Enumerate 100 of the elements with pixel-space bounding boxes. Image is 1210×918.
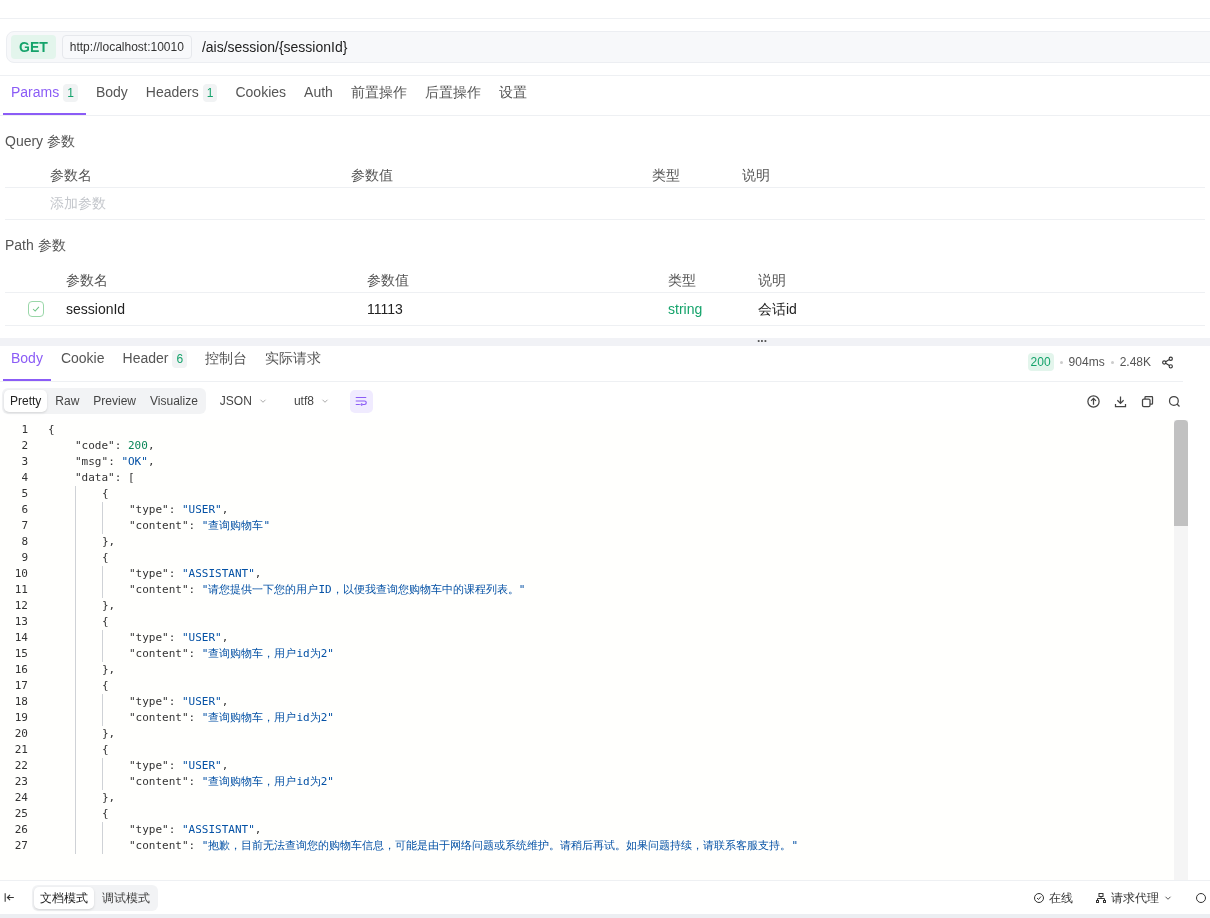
code-line: { — [48, 422, 55, 438]
line-number: 17 — [14, 678, 28, 694]
segment-tab[interactable]: Pretty — [4, 390, 48, 412]
line-number: 26 — [14, 822, 28, 838]
code-line: }, — [102, 598, 116, 614]
section-title: Path 参数 — [5, 236, 66, 255]
tab[interactable]: 实际请求 — [257, 348, 330, 381]
tab[interactable]: Body — [87, 82, 136, 115]
code-line: }, — [102, 662, 116, 678]
upload-icon[interactable] — [1086, 393, 1101, 409]
tab[interactable]: 前置操作 — [342, 82, 415, 115]
code-line: "type": "ASSISTANT", — [129, 566, 262, 582]
column-header: 参数名 — [50, 167, 92, 183]
code-line: "msg": "OK", — [75, 454, 155, 470]
line-number: 9 — [21, 550, 28, 566]
tab[interactable]: Auth — [296, 82, 341, 115]
segment-tab[interactable]: Visualize — [144, 390, 204, 412]
response-size: 2.48K — [1119, 354, 1151, 371]
resize-handle[interactable]: ... — [757, 332, 767, 344]
column-header: 参数值 — [351, 167, 393, 183]
tab[interactable]: Cookies — [227, 82, 295, 115]
line-number: 18 — [14, 694, 28, 710]
param-name: sessionId — [66, 300, 126, 317]
count-badge: 1 — [202, 83, 218, 102]
proxy-dropdown[interactable]: 请求代理 — [1095, 888, 1173, 907]
code-line: { — [102, 742, 109, 758]
wrap-icon — [354, 394, 369, 408]
code-line: "content": "查询购物车，用户id为2" — [129, 710, 334, 726]
encoding-dropdown[interactable]: utf8 — [293, 392, 330, 410]
param-description: 会话id — [758, 300, 797, 317]
code-line: "type": "USER", — [129, 694, 229, 710]
segment-tab[interactable]: 文档模式 — [34, 886, 94, 909]
status-code: 200 — [1027, 353, 1054, 371]
column-header: 类型 — [668, 272, 696, 288]
line-number: 8 — [21, 534, 28, 550]
column-header: 说明 — [758, 272, 786, 288]
tab[interactable]: Headers 1 — [137, 82, 226, 115]
check-icon — [30, 304, 41, 314]
code-line: }, — [102, 790, 116, 806]
share-icon[interactable] — [1161, 355, 1174, 369]
code-line: { — [102, 486, 109, 502]
code-line: "content": "查询购物车，用户id为2" — [129, 774, 334, 790]
code-line: { — [102, 806, 109, 822]
checkbox[interactable] — [27, 301, 44, 317]
line-number: 20 — [14, 726, 28, 742]
line-number: 24 — [14, 790, 28, 806]
line-number: 14 — [14, 630, 28, 646]
line-number: 15 — [14, 646, 28, 662]
network-icon — [1095, 891, 1107, 904]
code-line: "content": "查询购物车，用户id为2" — [129, 646, 334, 662]
response-time: 904ms — [1068, 354, 1105, 371]
column-header: 参数名 — [66, 272, 108, 288]
tab[interactable]: 控制台 — [197, 348, 256, 381]
collapse-sidebar-icon[interactable] — [3, 891, 16, 904]
code-line: { — [102, 614, 109, 630]
tab[interactable]: Body — [3, 348, 51, 381]
code-line: "type": "USER", — [129, 758, 229, 774]
url-path-field[interactable]: /ais/session/{sessionId} — [197, 36, 352, 58]
wrap-lines-button[interactable] — [349, 389, 373, 413]
segment-tab[interactable]: Preview — [87, 390, 143, 412]
line-number: 25 — [14, 806, 28, 822]
line-number: 27 — [14, 838, 28, 854]
tab[interactable]: 设置 — [490, 82, 535, 115]
line-number: 3 — [21, 454, 28, 470]
format-dropdown[interactable]: JSON — [219, 392, 268, 410]
code-line: }, — [102, 534, 116, 550]
count-badge: 1 — [63, 83, 78, 102]
line-number: 5 — [21, 486, 28, 502]
line-number: 4 — [21, 470, 28, 486]
line-number: 10 — [14, 566, 28, 582]
line-number: 1 — [21, 422, 28, 438]
tab[interactable]: Cookie — [52, 348, 113, 381]
line-number: 12 — [14, 598, 28, 614]
segment-tab[interactable]: 调试模式 — [96, 886, 156, 909]
line-number: 23 — [14, 774, 28, 790]
line-number: 22 — [14, 758, 28, 774]
line-number: 19 — [14, 710, 28, 726]
scrollbar-thumb[interactable] — [1174, 420, 1188, 526]
copy-icon[interactable] — [1140, 393, 1155, 409]
line-number: 11 — [14, 582, 28, 598]
code-line: "type": "USER", — [129, 502, 229, 518]
line-number: 6 — [21, 502, 28, 518]
segment-tab[interactable]: Raw — [49, 390, 86, 412]
column-header: 说明 — [742, 167, 770, 183]
code-line: "type": "USER", — [129, 630, 229, 646]
line-number: 16 — [14, 662, 28, 678]
tab[interactable]: 后置操作 — [416, 82, 489, 115]
code-line: "content": "抱歉，目前无法查询您的购物车信息，可能是由于网络问题或系统维护。请稍后再试。如果问题持续，请联系客服支持。" — [129, 838, 799, 854]
code-line: { — [102, 550, 109, 566]
param-type: string — [668, 300, 703, 317]
code-line: "content": "查询购物车" — [129, 518, 271, 534]
check-circle-icon — [1033, 891, 1045, 904]
base-url[interactable]: http://localhost:10010 — [61, 35, 192, 59]
column-header: 类型 — [652, 167, 680, 183]
line-number: 13 — [14, 614, 28, 630]
section-title: Query 参数 — [5, 132, 75, 151]
tab[interactable]: Header 6 — [114, 348, 196, 381]
tab[interactable]: Params 1 — [3, 82, 86, 115]
search-icon[interactable] — [1167, 393, 1182, 409]
line-number: 2 — [21, 438, 28, 454]
